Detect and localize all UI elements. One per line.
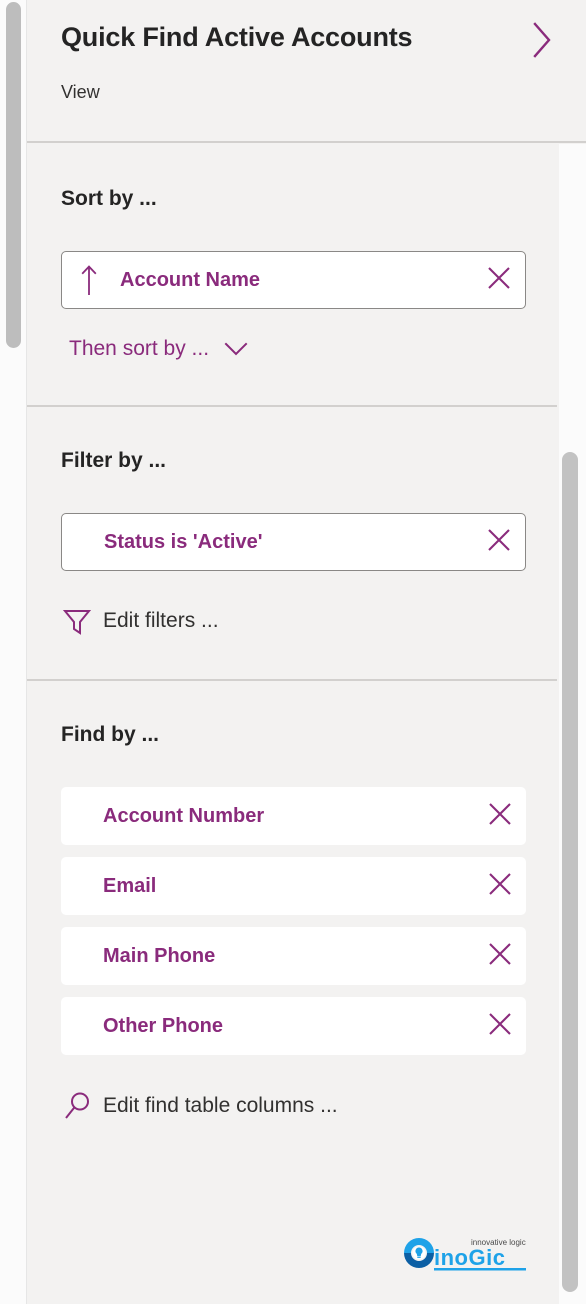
find-column-label: Email [103, 874, 157, 897]
filter-section: Filter by ... Status is 'Active' Edit fi… [27, 405, 557, 679]
filter-condition-chip[interactable]: Status is 'Active' [61, 513, 526, 571]
chevron-down-icon [223, 341, 249, 357]
chevron-right-icon [529, 20, 555, 65]
edit-filters-button[interactable]: Edit filters ... [27, 605, 557, 637]
remove-find-column-button[interactable] [474, 940, 526, 973]
page-title: Quick Find Active Accounts [61, 22, 413, 52]
close-icon [486, 800, 514, 833]
find-column-label: Main Phone [103, 944, 216, 967]
panel-header: Quick Find Active Accounts View [27, 0, 586, 143]
find-section: Find by ... Account Number Email Main Ph… [27, 679, 557, 1143]
then-sort-by-button[interactable]: Then sort by ... [69, 337, 249, 361]
find-column-chip[interactable]: Account Number [61, 787, 526, 845]
panel-subtitle: View [61, 82, 100, 102]
arrow-up-icon [72, 263, 106, 297]
remove-find-column-button[interactable] [474, 1010, 526, 1043]
close-icon [486, 940, 514, 973]
remove-filter-button[interactable] [473, 526, 525, 559]
outer-vertical-scrollbar[interactable] [0, 0, 26, 1304]
find-column-label: Account Number [103, 804, 265, 827]
view-configuration-panel: Quick Find Active Accounts View Sort by … [0, 0, 586, 1304]
close-icon [486, 870, 514, 903]
panel-body: Sort by ... Account Name Then sort by ..… [27, 143, 557, 1304]
find-column-chip[interactable]: Email [61, 857, 526, 915]
close-icon [485, 264, 513, 297]
filter-funnel-icon [61, 605, 103, 637]
panel-scrollbar-thumb[interactable] [562, 452, 578, 1292]
filter-section-title: Filter by ... [61, 449, 167, 472]
edit-find-columns-button[interactable]: Edit find table columns ... [27, 1089, 557, 1123]
expand-panel-button[interactable] [520, 20, 564, 64]
remove-find-column-button[interactable] [474, 870, 526, 903]
edit-find-columns-label: Edit find table columns ... [103, 1094, 338, 1117]
find-column-chip[interactable]: Other Phone [61, 997, 526, 1055]
filter-condition-label: Status is 'Active' [104, 530, 263, 553]
find-column-label: Other Phone [103, 1014, 224, 1037]
search-icon [61, 1089, 103, 1123]
sort-field-chip[interactable]: Account Name [61, 251, 526, 309]
edit-filters-label: Edit filters ... [103, 609, 219, 632]
sort-section-title: Sort by ... [61, 187, 157, 210]
sort-field-label: Account Name [120, 268, 261, 291]
close-icon [485, 526, 513, 559]
remove-sort-field-button[interactable] [473, 264, 525, 297]
sort-section: Sort by ... Account Name Then sort by ..… [27, 143, 557, 405]
close-icon [486, 1010, 514, 1043]
find-section-title: Find by ... [61, 723, 159, 746]
find-column-chip[interactable]: Main Phone [61, 927, 526, 985]
remove-find-column-button[interactable] [474, 800, 526, 833]
outer-scrollbar-thumb[interactable] [6, 2, 21, 348]
then-sort-by-label: Then sort by ... [69, 337, 210, 360]
panel: Quick Find Active Accounts View Sort by … [27, 0, 586, 1304]
